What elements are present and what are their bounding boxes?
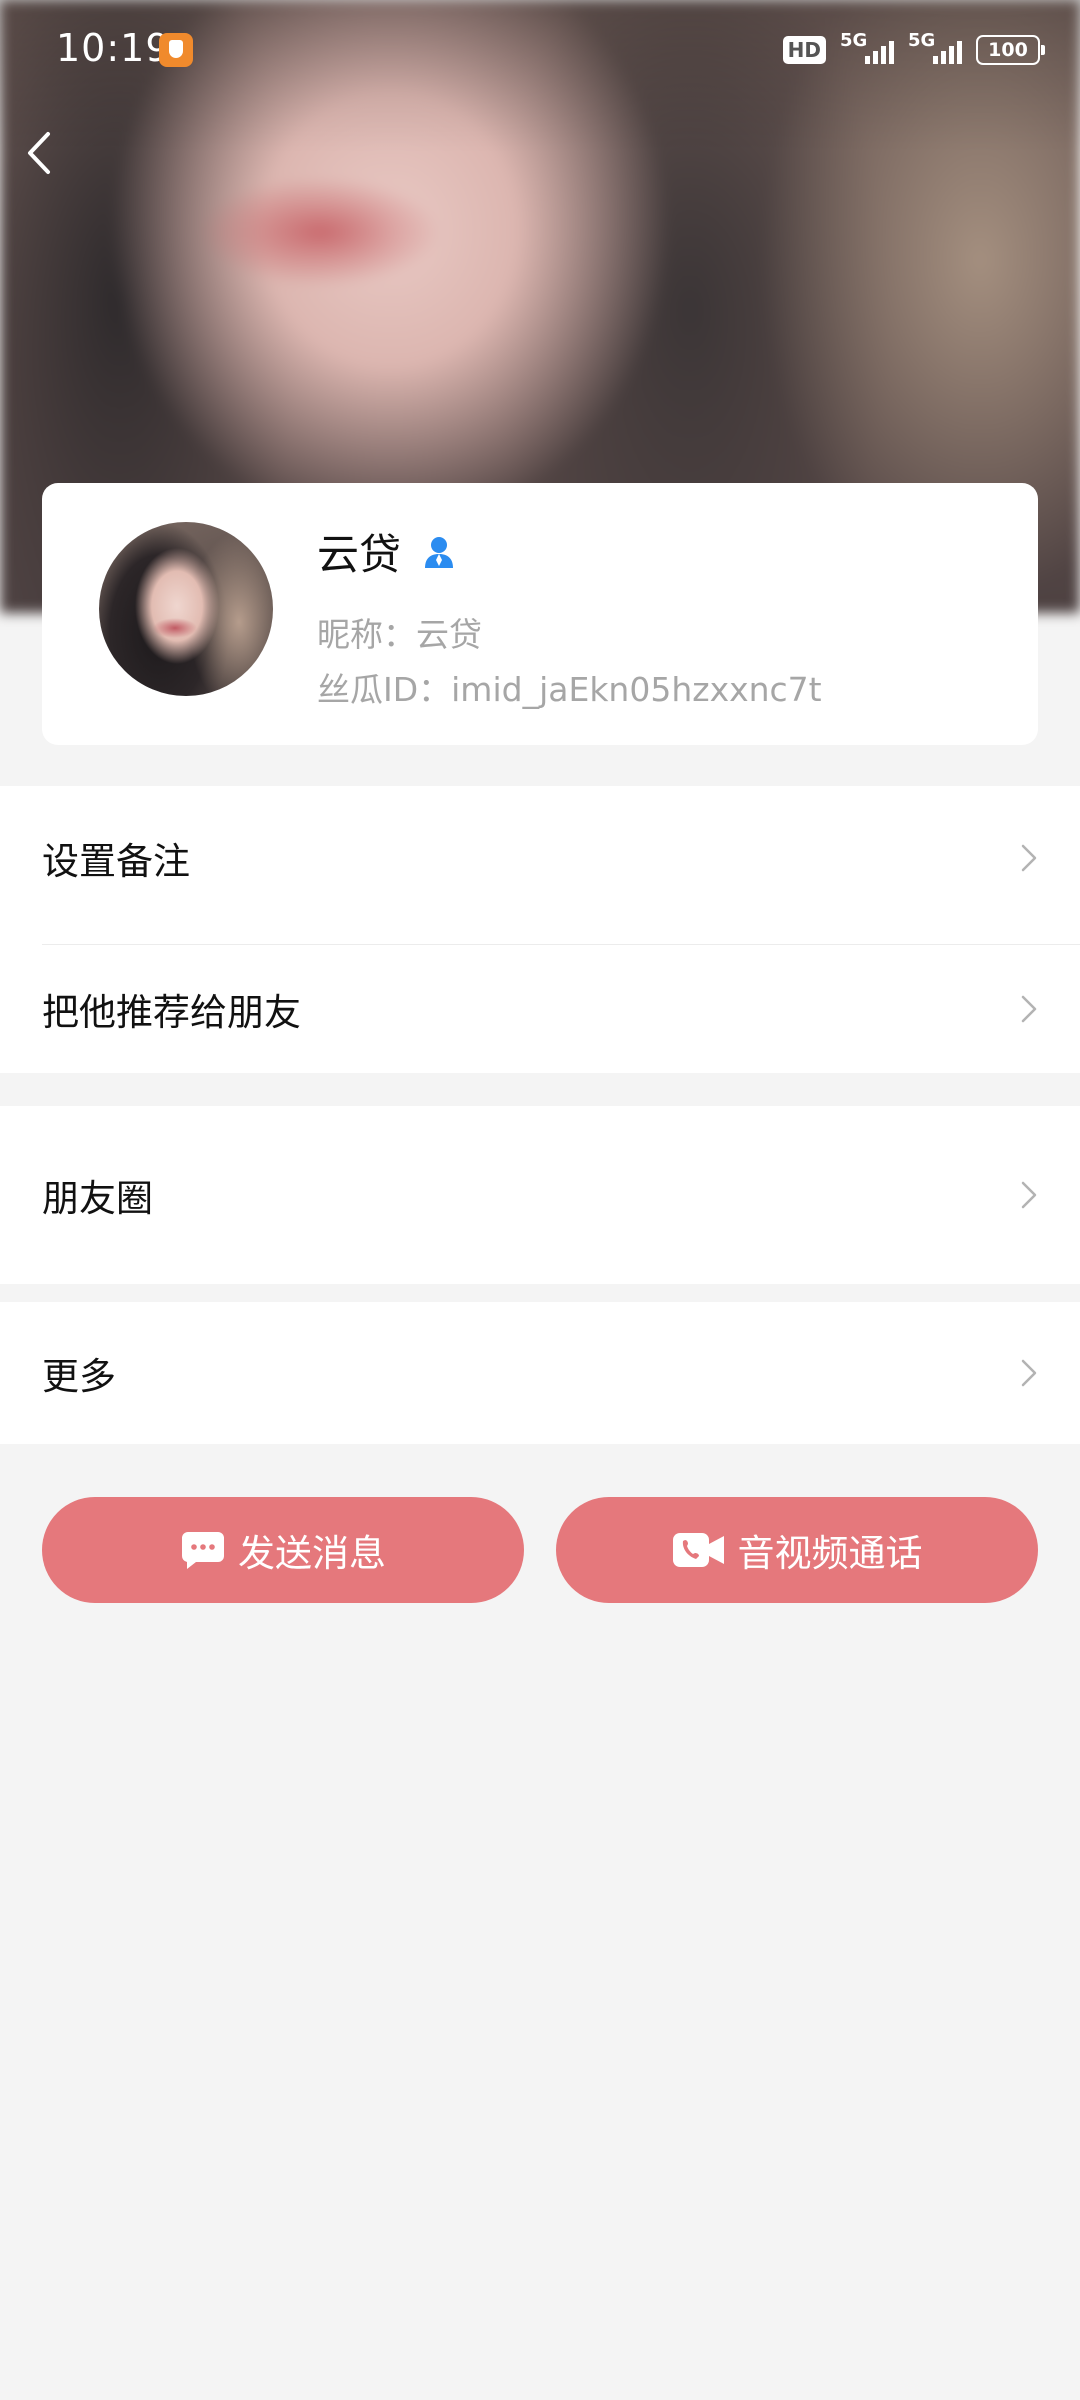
send-message-button[interactable]: 发送消息 [42, 1497, 524, 1603]
status-indicators: HD 5G 5G 100 [782, 30, 1045, 70]
signal-icon: 5G [840, 30, 894, 68]
menu-item-label: 设置备注 [42, 839, 190, 883]
shield-app-icon [159, 33, 193, 67]
chevron-left-icon[interactable] [18, 128, 62, 178]
profile-name: 云贷 [317, 530, 402, 579]
menu-item-label: 把他推荐给朋友 [42, 991, 301, 1034]
avatar[interactable] [99, 522, 273, 696]
profile-card: 云贷 昵称：云贷 丝瓜ID：imid_jaEkn05hzxxnc7t [42, 483, 1038, 745]
send-message-label: 发送消息 [238, 1532, 386, 1575]
status-bar: 10:19 HD 5G 5G 100 [0, 0, 1080, 100]
status-time: 10:19 [56, 26, 171, 70]
menu-group-remark: 设置备注 把他推荐给朋友 [0, 786, 1080, 1073]
av-call-button[interactable]: 音视频通话 [556, 1497, 1038, 1603]
video-phone-icon [672, 1533, 724, 1567]
chevron-right-icon [1021, 1181, 1037, 1209]
user-icon [425, 536, 454, 568]
signal-label: 5G [908, 30, 936, 51]
user-id-text[interactable]: 丝瓜ID：imid_jaEkn05hzxxnc7t [317, 663, 822, 711]
nickname-text: 昵称：云贷 [317, 615, 482, 654]
moments-item[interactable]: 朋友圈 [0, 1106, 1080, 1284]
signal-label: 5G [840, 30, 868, 51]
signal-icon: 5G [908, 30, 962, 68]
chevron-right-icon [1021, 844, 1037, 871]
battery-icon: 100 [976, 35, 1045, 65]
chevron-right-icon [1021, 995, 1037, 1023]
name-row: 云贷 [317, 521, 455, 582]
chat-bubble-icon [181, 1532, 224, 1569]
more-item[interactable]: 更多 [0, 1302, 1080, 1444]
set-remark-item[interactable]: 设置备注 [0, 786, 1080, 929]
menu-item-label: 更多 [42, 1355, 116, 1398]
menu-group-more: 更多 [0, 1302, 1080, 1444]
av-call-label: 音视频通话 [737, 1532, 923, 1575]
recommend-to-friend-item[interactable]: 把他推荐给朋友 [0, 945, 1080, 1073]
menu-group-moments: 朋友圈 [0, 1106, 1080, 1284]
menu-item-label: 朋友圈 [42, 1177, 153, 1220]
hd-badge: HD [782, 36, 826, 64]
chevron-right-icon [1021, 1359, 1037, 1387]
